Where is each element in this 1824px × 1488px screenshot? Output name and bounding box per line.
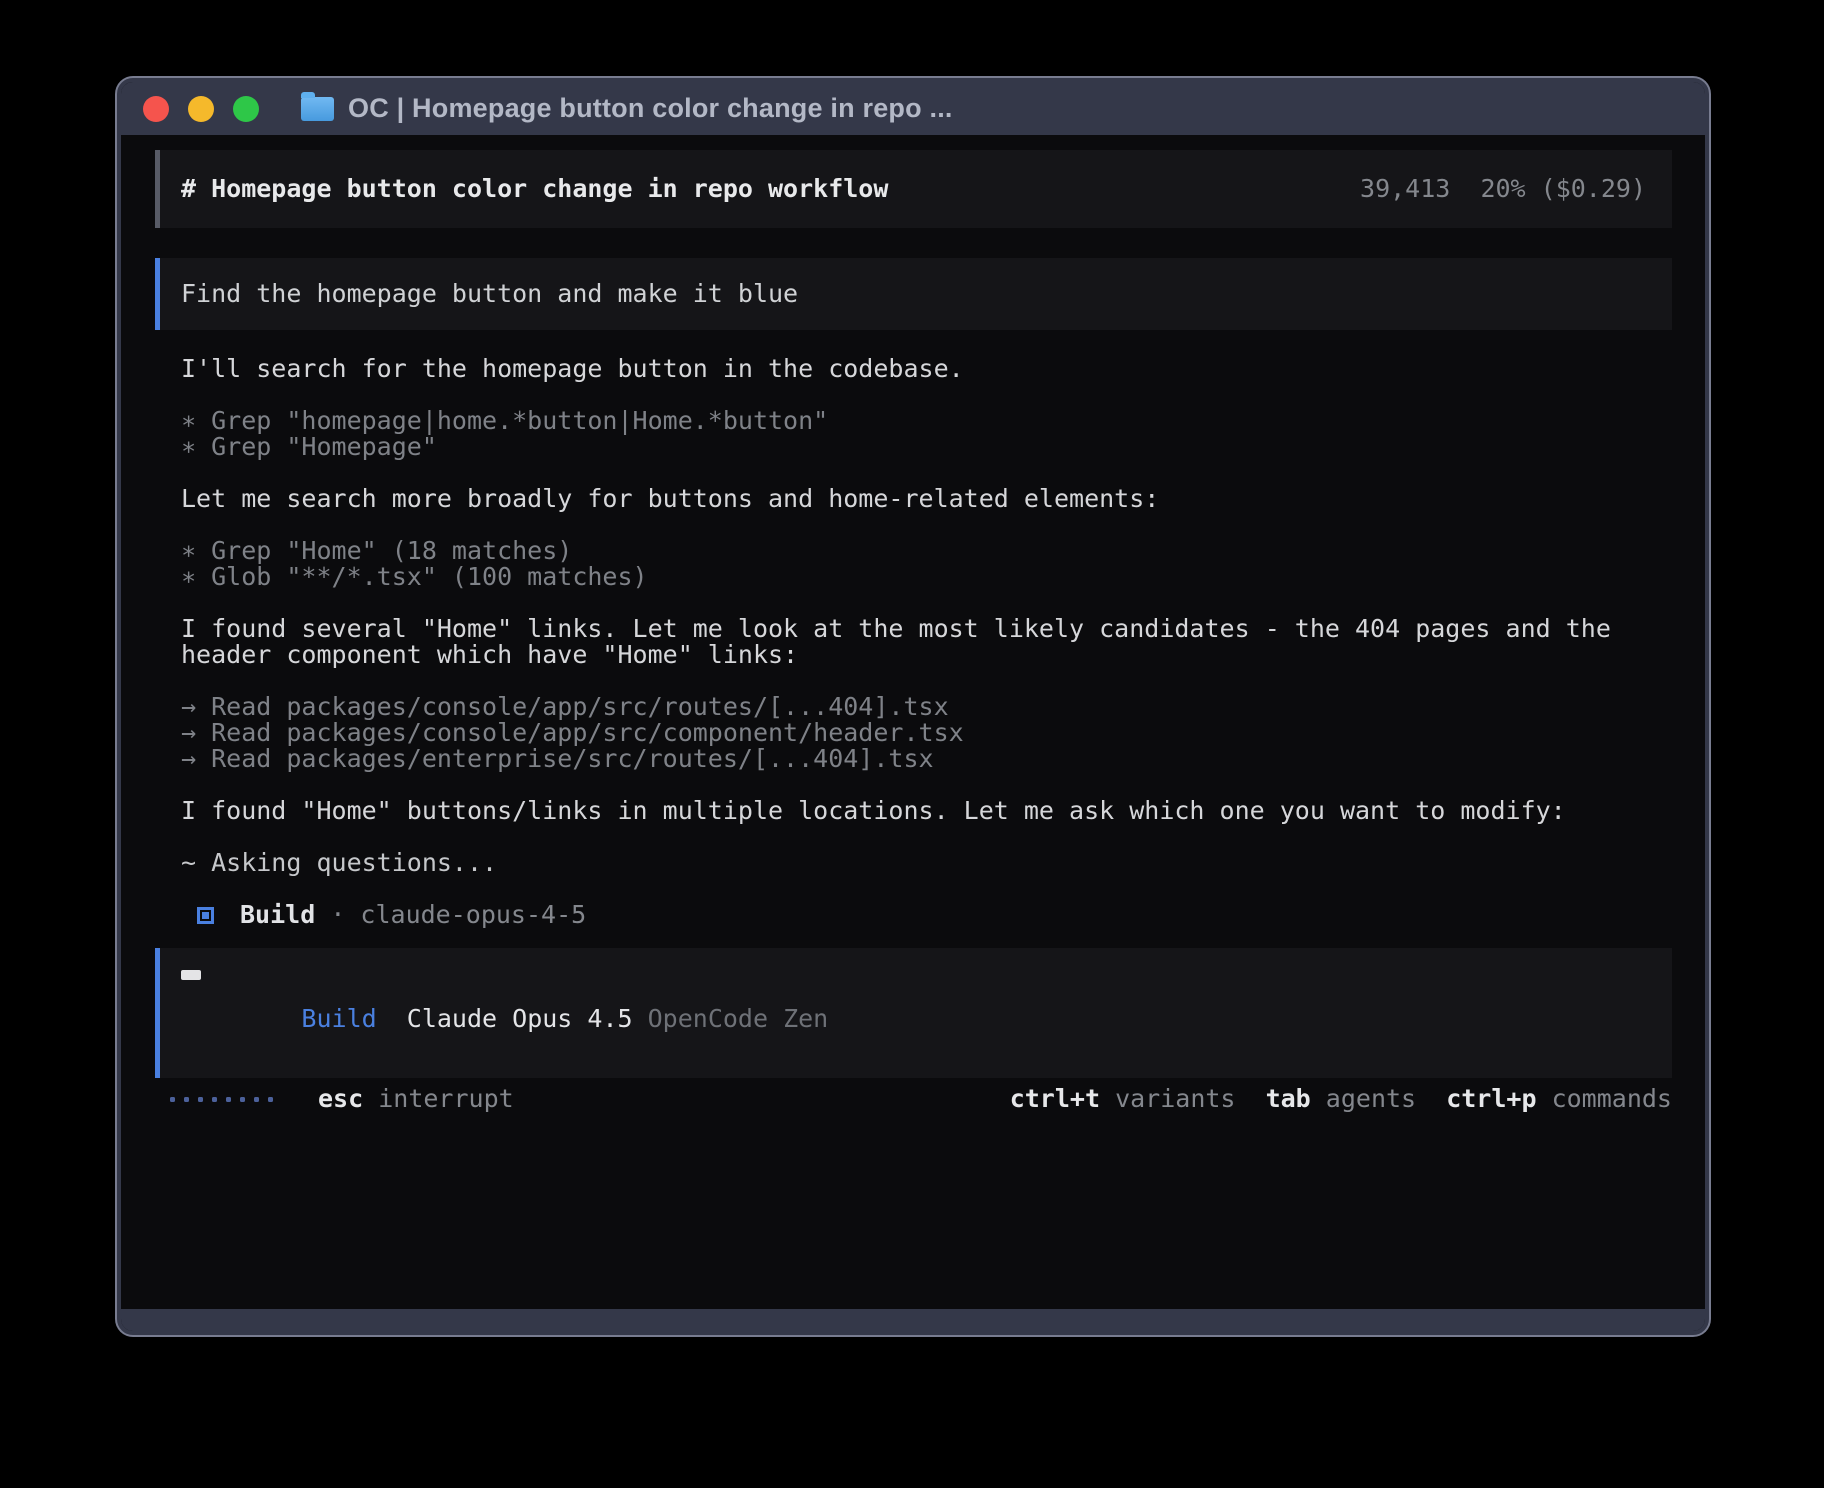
titlebar[interactable]: OC | Homepage button color change in rep…	[121, 82, 1705, 135]
prompt-input[interactable]: Build Claude Opus 4.5 OpenCode Zen	[155, 948, 1672, 1078]
status-separator: ·	[330, 902, 345, 928]
conversation-line: → Read packages/console/app/src/routes/[…	[181, 694, 1672, 720]
indicator-dot	[212, 1097, 217, 1102]
conversation-line: I found "Home" buttons/links in multiple…	[181, 798, 1672, 824]
context-percent: 20%	[1480, 174, 1525, 203]
conversation-line: ∗ Grep "homepage|home.*button|Home.*butt…	[181, 408, 1672, 434]
terminal-content: # Homepage button color change in repo w…	[121, 135, 1705, 1309]
esc-label: interrupt	[378, 1084, 513, 1113]
conversation: I'll search for the homepage button in t…	[155, 356, 1672, 928]
traffic-lights	[143, 96, 259, 122]
status-row: Build · claude-opus-4-5	[181, 902, 1672, 928]
indicator-dot	[170, 1097, 175, 1102]
conversation-line: ∗ Grep "Home" (18 matches)	[181, 538, 1672, 564]
input-model-label: Claude Opus 4.5	[407, 1004, 633, 1033]
shortcut-key: ctrl+t	[1010, 1084, 1100, 1113]
conversation-line: → Read packages/enterprise/src/routes/[.…	[181, 746, 1672, 772]
shortcut-label: variants	[1115, 1084, 1235, 1113]
status-model-name: claude-opus-4-5	[360, 902, 586, 928]
message-group-tool: → Read packages/console/app/src/routes/[…	[181, 694, 1672, 772]
conversation-line: ~ Asking questions...	[181, 850, 1672, 876]
shortcut-bar: esc interrupt ctrl+t variantstab agentsc…	[155, 1086, 1672, 1112]
window-title: OC | Homepage button color change in rep…	[348, 93, 953, 124]
session-cost: ($0.29)	[1541, 174, 1646, 203]
token-count: 39,413	[1360, 174, 1450, 203]
input-footer: Build Claude Opus 4.5 OpenCode Zen	[181, 980, 1651, 1058]
working-indicator-dots	[170, 1097, 273, 1102]
indicator-dot	[268, 1097, 273, 1102]
message-group-muted: ~ Asking questions...	[181, 850, 1672, 876]
message-group-tool: ∗ Grep "Home" (18 matches)∗ Glob "**/*.t…	[181, 538, 1672, 590]
user-message-text: Find the homepage button and make it blu…	[181, 281, 798, 307]
message-group-text: I'll search for the homepage button in t…	[181, 356, 1672, 382]
message-group-text: I found several "Home" links. Let me loo…	[181, 616, 1672, 668]
message-group-tool: ∗ Grep "homepage|home.*button|Home.*butt…	[181, 408, 1672, 460]
shortcut-bar-left: esc interrupt	[170, 1086, 514, 1112]
message-group-text: I found "Home" buttons/links in multiple…	[181, 798, 1672, 824]
message-group-text: Let me search more broadly for buttons a…	[181, 486, 1672, 512]
user-message: Find the homepage button and make it blu…	[155, 258, 1672, 330]
minimize-button[interactable]	[188, 96, 214, 122]
indicator-dot	[254, 1097, 259, 1102]
text-cursor	[181, 970, 201, 980]
shortcut-commands: ctrl+p commands	[1446, 1086, 1672, 1112]
shortcut-agents: tab agents	[1266, 1086, 1417, 1112]
input-provider-label: OpenCode Zen	[648, 1004, 829, 1033]
conversation-line: ∗ Glob "**/*.tsx" (100 matches)	[181, 564, 1672, 590]
shortcut-bar-right: ctrl+t variants tab agents ctrl+p commands	[1010, 1086, 1672, 1112]
input-agent-label: Build	[301, 1004, 376, 1033]
shortcut-variants: ctrl+t variants	[1010, 1086, 1236, 1112]
conversation-line: header component which have "Home" links…	[181, 642, 1672, 668]
shortcut-label: commands	[1552, 1084, 1672, 1113]
shortcut-label: agents	[1326, 1084, 1416, 1113]
indicator-dot	[226, 1097, 231, 1102]
session-stats: 39,413 20% ($0.29)	[1240, 150, 1646, 228]
conversation-line: I'll search for the homepage button in t…	[181, 356, 1672, 382]
conversation-groups: I'll search for the homepage button in t…	[181, 356, 1672, 876]
esc-shortcut: esc interrupt	[318, 1086, 514, 1112]
shortcut-key: ctrl+p	[1446, 1084, 1536, 1113]
agent-build-icon-core	[202, 912, 209, 919]
zoom-button[interactable]	[233, 96, 259, 122]
conversation-line: I found several "Home" links. Let me loo…	[181, 616, 1672, 642]
window-bottom-strip	[121, 1309, 1705, 1331]
session-header: # Homepage button color change in repo w…	[155, 150, 1672, 228]
indicator-dot	[184, 1097, 189, 1102]
conversation-line: ∗ Grep "Homepage"	[181, 434, 1672, 460]
close-button[interactable]	[143, 96, 169, 122]
session-title: # Homepage button color change in repo w…	[181, 176, 888, 202]
conversation-line: Let me search more broadly for buttons a…	[181, 486, 1672, 512]
conversation-line: → Read packages/console/app/src/componen…	[181, 720, 1672, 746]
indicator-dot	[240, 1097, 245, 1102]
indicator-dot	[198, 1097, 203, 1102]
folder-icon	[301, 97, 334, 121]
agent-build-icon	[197, 907, 214, 924]
esc-key: esc	[318, 1084, 363, 1113]
status-agent-name: Build	[240, 902, 315, 928]
shortcut-key: tab	[1266, 1084, 1311, 1113]
terminal-window: OC | Homepage button color change in rep…	[117, 78, 1709, 1335]
